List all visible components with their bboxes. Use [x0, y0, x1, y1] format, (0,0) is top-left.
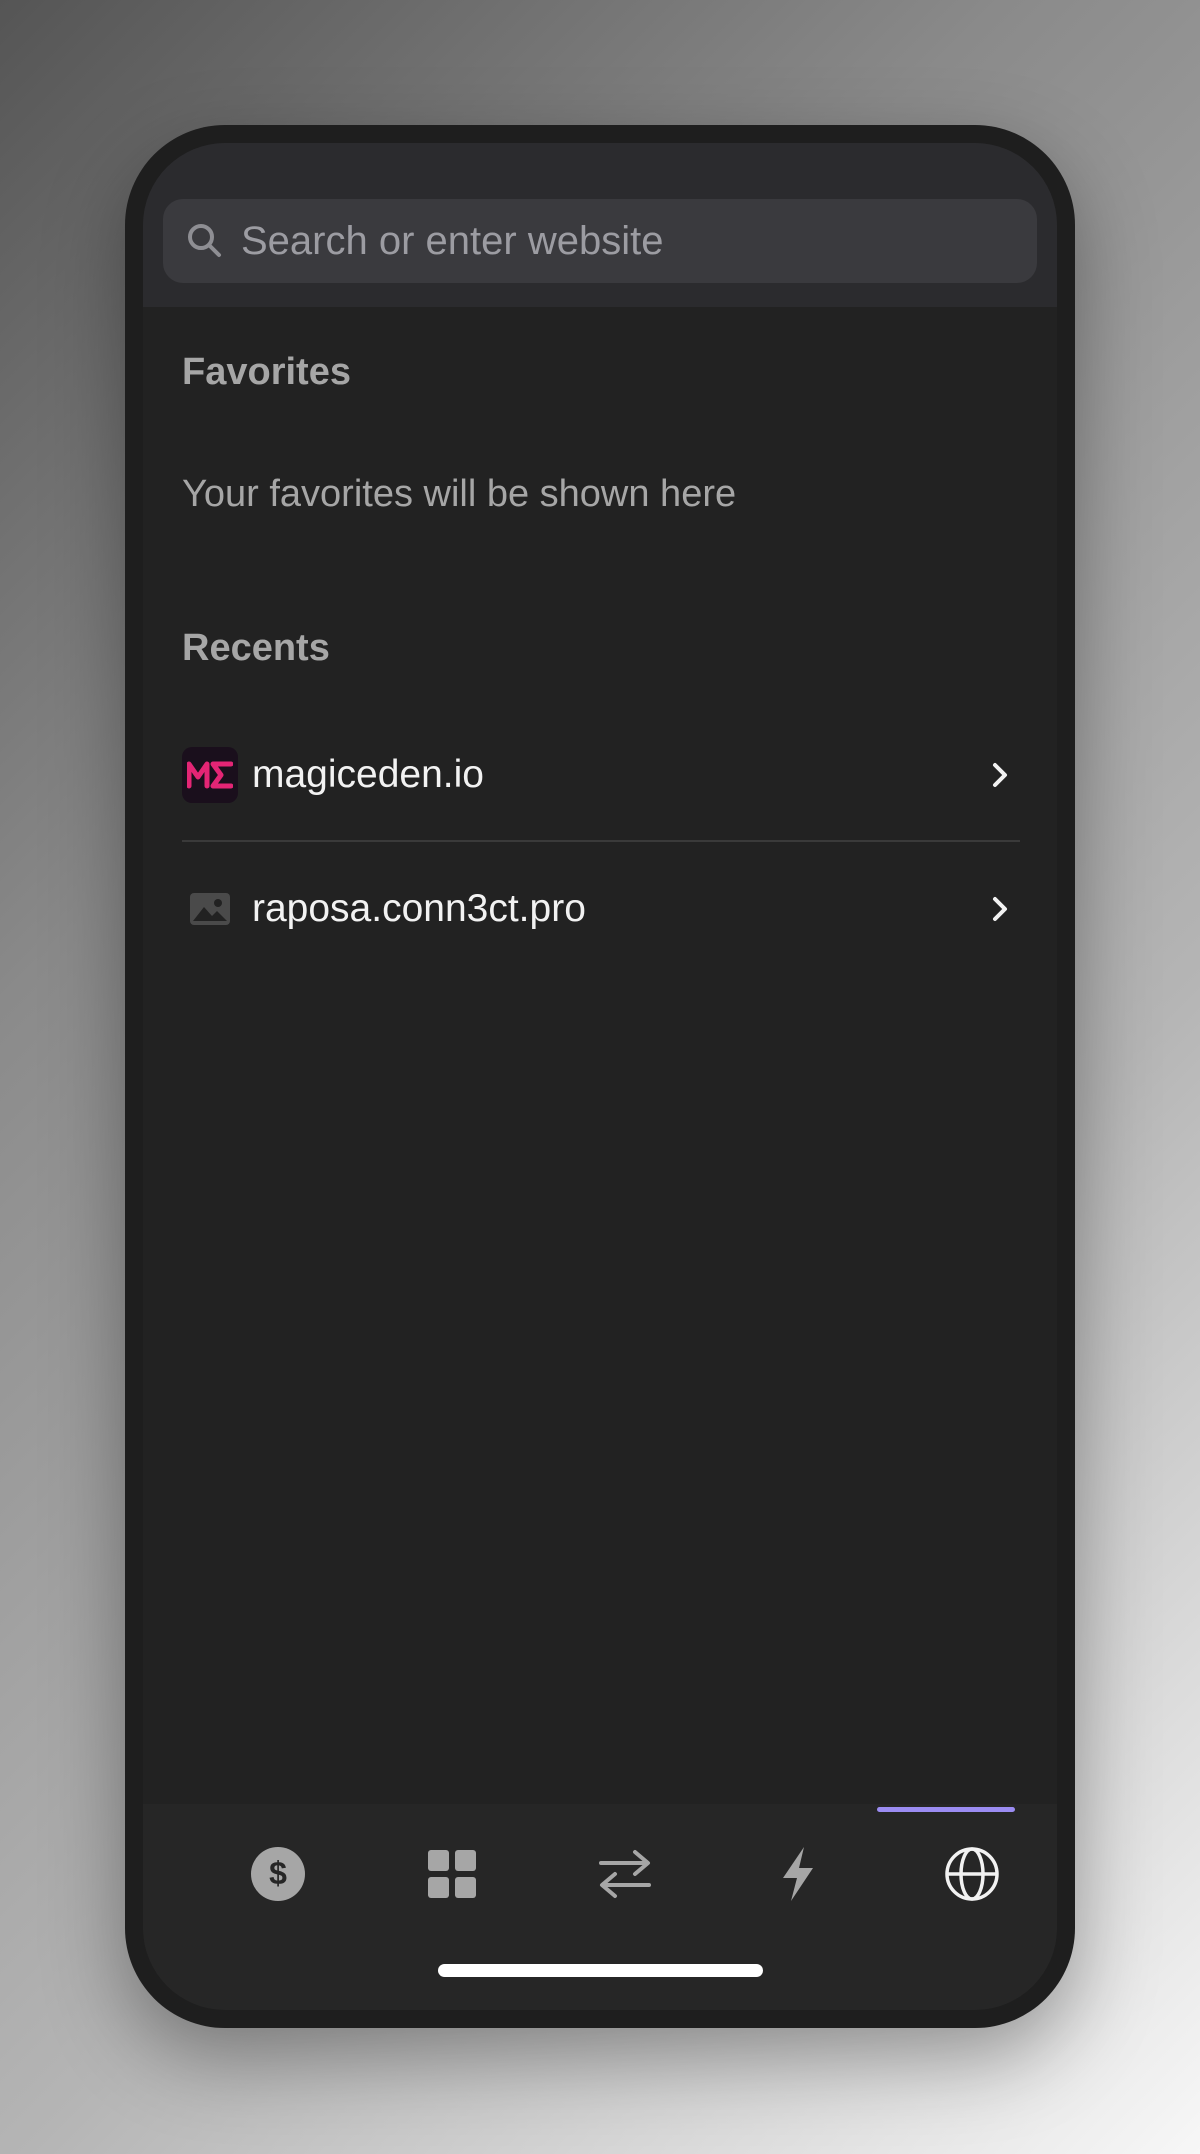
search-placeholder: Search or enter website — [241, 218, 664, 263]
phone-frame: Search or enter website Favorites Your f… — [125, 125, 1075, 2028]
favorites-title: Favorites — [182, 351, 351, 393]
tab-collectibles[interactable] — [402, 1836, 502, 1916]
tab-swap[interactable] — [575, 1836, 675, 1916]
browser-screen: Search or enter website Favorites Your f… — [143, 143, 1057, 2010]
active-tab-indicator — [877, 1807, 1015, 1812]
search-icon — [183, 219, 227, 263]
browser-header: Search or enter website — [143, 143, 1057, 307]
recents-divider — [182, 840, 1020, 842]
tab-activity[interactable] — [748, 1836, 848, 1916]
swap-arrows-icon — [597, 1849, 653, 1904]
recent-item-raposa[interactable]: raposa.conn3ct.pro — [182, 843, 1020, 975]
image-placeholder-icon — [182, 881, 238, 937]
favorites-empty-text: Your favorites will be shown here — [182, 473, 737, 515]
tab-wallet[interactable]: $ — [228, 1836, 328, 1916]
lightning-icon — [780, 1846, 816, 1907]
recents-title: Recents — [182, 627, 330, 669]
tab-browser[interactable] — [922, 1836, 1022, 1916]
recent-item-label: raposa.conn3ct.pro — [252, 887, 586, 930]
home-indicator — [438, 1964, 763, 1977]
search-input[interactable]: Search or enter website — [163, 199, 1037, 283]
bottom-tab-bar: $ — [143, 1804, 1057, 2010]
dollar-icon: $ — [250, 1846, 306, 1907]
svg-text:$: $ — [269, 1855, 287, 1891]
recent-item-label: magiceden.io — [252, 753, 484, 796]
globe-icon — [944, 1846, 1000, 1907]
chevron-right-icon — [980, 755, 1020, 795]
chevron-right-icon — [980, 889, 1020, 929]
magic-eden-logo-icon — [182, 747, 238, 803]
grid-icon — [427, 1849, 477, 1904]
recent-item-magiceden[interactable]: magiceden.io — [182, 709, 1020, 841]
